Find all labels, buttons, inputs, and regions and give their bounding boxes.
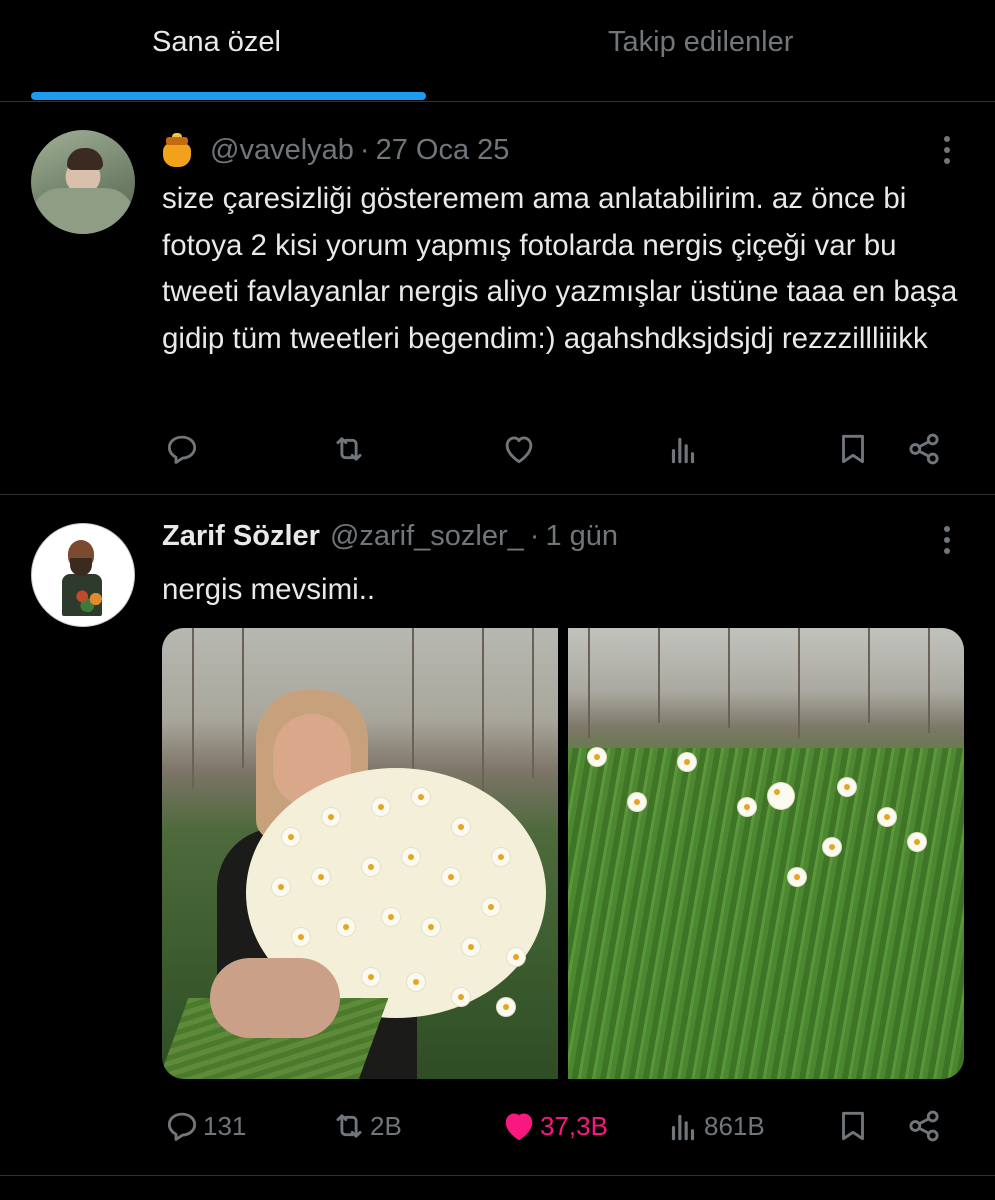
tweet-actions: 131 2B 37,3B 861B xyxy=(0,1101,995,1151)
tab-following-label: Takip edilenler xyxy=(608,26,794,58)
tab-for-you[interactable]: Sana özel xyxy=(0,0,497,100)
photo-daffodil-field xyxy=(568,628,964,1079)
bookmark-icon xyxy=(842,434,864,464)
bookmark-icon xyxy=(842,1111,864,1141)
reply-button[interactable] xyxy=(163,424,203,474)
more-icon[interactable] xyxy=(943,526,951,558)
bookmark-button[interactable] xyxy=(834,1101,872,1151)
photo-elderly-woman-with-daffodils xyxy=(162,628,558,1079)
separator: · xyxy=(529,520,540,552)
retweet-icon xyxy=(336,437,362,461)
tab-for-you-label: Sana özel xyxy=(152,26,281,58)
share-button[interactable] xyxy=(905,424,943,474)
heart-icon xyxy=(505,436,533,464)
more-icon[interactable] xyxy=(943,136,951,168)
views-count: 861B xyxy=(704,1110,765,1141)
tweet[interactable]: @vavelyab · 27 Oca 25 size çaresizliği g… xyxy=(0,103,995,495)
tweet-timestamp[interactable]: 1 gün xyxy=(545,520,618,553)
avatar-blanket xyxy=(31,188,135,234)
bookmark-button[interactable] xyxy=(834,424,872,474)
like-count: 37,3B xyxy=(540,1110,608,1141)
reply-icon xyxy=(167,1112,197,1141)
retweet-count: 2B xyxy=(370,1110,402,1141)
avatar[interactable] xyxy=(31,130,135,234)
retweet-button[interactable]: 2B xyxy=(330,1101,402,1151)
tweet-actions xyxy=(0,424,995,474)
author-handle[interactable]: @zarif_sozler_ xyxy=(330,520,524,553)
share-icon xyxy=(909,433,939,465)
heart-icon xyxy=(505,1113,533,1141)
tweet-photo[interactable] xyxy=(162,628,558,1079)
retweet-icon xyxy=(336,1114,362,1138)
reply-count: 131 xyxy=(203,1110,247,1141)
active-tab-indicator xyxy=(31,92,426,100)
like-button[interactable]: 37,3B xyxy=(500,1101,608,1151)
avatar-flowers xyxy=(72,586,106,612)
tab-following[interactable]: Takip edilenler xyxy=(497,0,994,100)
tweet-header: Zarif Sözler @zarif_sozler_ · 1 gün xyxy=(162,520,618,553)
views-icon xyxy=(671,437,695,464)
tweet-timestamp[interactable]: 27 Oca 25 xyxy=(376,134,510,167)
retweet-button[interactable] xyxy=(330,424,370,474)
author-handle[interactable]: @vavelyab xyxy=(210,134,354,167)
views-button[interactable]: 861B xyxy=(664,1101,765,1151)
tweet[interactable]: Zarif Sözler @zarif_sozler_ · 1 gün nerg… xyxy=(0,496,995,1176)
timeline-tabs: Sana özel Takip edilenler xyxy=(0,0,995,102)
share-button[interactable] xyxy=(905,1101,943,1151)
tweet-text: nergis mevsimi.. xyxy=(162,573,376,606)
reply-icon xyxy=(167,435,197,464)
avatar-hair xyxy=(67,148,103,170)
author-display-name[interactable]: Zarif Sözler xyxy=(162,520,320,553)
share-icon xyxy=(909,1110,939,1142)
honey-pot-emoji-icon xyxy=(162,133,192,167)
tweet-header: @vavelyab · 27 Oca 25 xyxy=(162,133,509,167)
tweet-photo[interactable] xyxy=(568,628,964,1079)
like-button[interactable] xyxy=(500,424,540,474)
tweet-text: size çaresizliği gösteremem ama anlatabi… xyxy=(162,182,958,355)
views-button[interactable] xyxy=(664,424,704,474)
reply-button[interactable]: 131 xyxy=(163,1101,246,1151)
views-icon xyxy=(671,1114,695,1141)
separator: · xyxy=(359,133,370,166)
avatar[interactable] xyxy=(31,523,135,627)
